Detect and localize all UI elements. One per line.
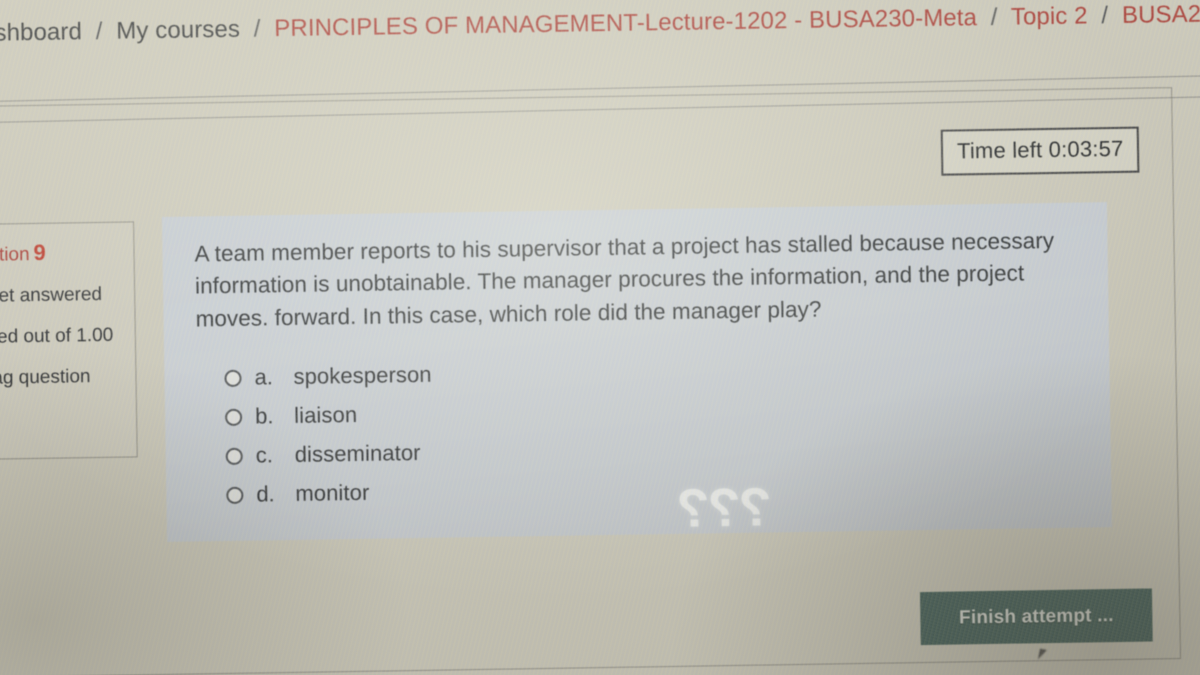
question-text: A team member reports to his supervisor … [194,227,1055,332]
question-number-label: Question [0,244,30,267]
answer-option-d[interactable]: d. monitor [226,469,1081,508]
photographed-screen: ashboard / My courses / PRINCIPLES OF MA… [0,0,1200,675]
answer-text-c: disseminator [294,440,421,468]
question-number: Question 9 [0,237,124,269]
question-marks: Marked out of 1.00 [0,323,125,351]
breadcrumb-item-topic[interactable]: Topic 2 [1011,2,1088,30]
question-marks-value: 1.00 [76,324,114,347]
finish-attempt-button[interactable]: Finish attempt ... [919,588,1153,646]
flag-question-button[interactable]: Flag question [0,364,126,394]
answer-option-c[interactable]: c. disseminator [225,430,1081,469]
breadcrumb: ashboard / My courses / PRINCIPLES OF MA… [0,0,1200,47]
breadcrumb-separator: / [990,3,998,31]
question-marks-label: Marked out of [0,325,72,349]
flag-question-label: Flag question [0,366,91,390]
answer-text-d: monitor [295,479,370,507]
time-left-box: Time left 0:03:57 [940,126,1140,176]
breadcrumb-separator: / [95,17,103,45]
answer-letter-d: d. [256,481,275,507]
question-panel: A team member reports to his supervisor … [161,202,1112,542]
radio-button-c[interactable] [225,447,243,465]
radio-button-a[interactable] [224,369,242,387]
moodle-quiz-page: ashboard / My courses / PRINCIPLES OF MA… [0,0,1200,675]
question-info-panel: Question9 Not yet answered Marked out of… [0,221,138,461]
breadcrumb-item-dashboard[interactable]: ashboard [0,18,82,47]
answer-options: a. spokesperson b. liaison c. disseminat… [224,352,1081,508]
answer-text-a: spokesperson [293,361,432,390]
time-left-label: Time left 0:03:57 [956,135,1124,164]
breadcrumb-item-course[interactable]: PRINCIPLES OF MANAGEMENT-Lecture-1202 - … [274,4,977,42]
answer-letter-b: b. [254,403,274,429]
question-status: Not yet answered [0,283,103,307]
breadcrumb-item-quiz[interactable]: BUSA230 [1122,0,1200,29]
radio-button-d[interactable] [226,486,244,504]
answer-text-b: liaison [293,402,358,429]
question-number-value: 9 [33,239,46,265]
radio-button-b[interactable] [224,408,243,426]
answer-letter-c: c. [255,442,274,468]
breadcrumb-item-my-courses[interactable]: My courses [116,16,240,45]
answer-option-b[interactable]: b. liaison [224,391,1080,430]
breadcrumb-separator: / [253,15,261,43]
answer-option-a[interactable]: a. spokesperson [224,352,1079,391]
answer-letter-a: a. [254,364,274,390]
breadcrumb-separator: / [1101,2,1109,30]
